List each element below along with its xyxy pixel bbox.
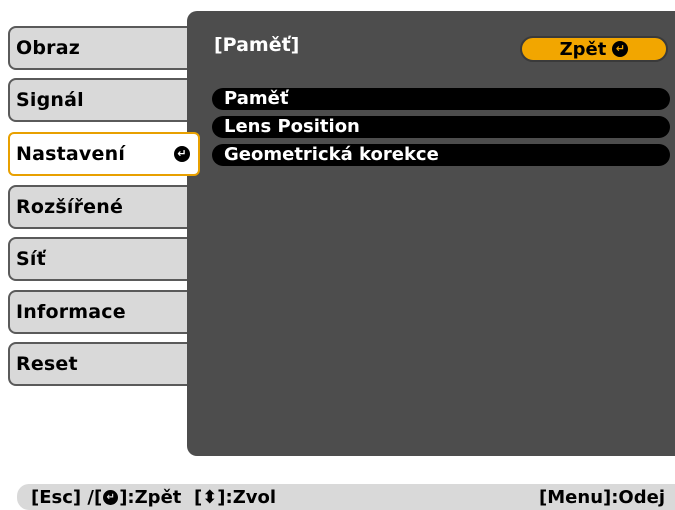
enter-icon: ↵: [103, 490, 119, 505]
panel-item-label: Lens Position: [224, 116, 360, 137]
menu-item-sit[interactable]: Síť: [8, 237, 198, 281]
help-navigation: [Esc] /[↵]:Zpět [⬍]:Zvol: [31, 487, 276, 508]
menu-item-label: Reset: [16, 353, 78, 375]
panel-item-geometricka-korekce[interactable]: Geometrická korekce: [212, 144, 670, 166]
menu-item-signal[interactable]: Signál: [8, 78, 198, 122]
menu-item-obraz[interactable]: Obraz: [8, 26, 198, 70]
menu-item-label: Síť: [16, 248, 46, 270]
panel-item-pamet[interactable]: Paměť: [212, 88, 670, 110]
help-select: ]:Zvol: [217, 486, 277, 508]
panel-item-lens-position[interactable]: Lens Position: [212, 116, 670, 138]
help-esc: [Esc] /[: [31, 486, 103, 508]
menu-item-informace[interactable]: Informace: [8, 290, 198, 334]
help-menu: [Menu]:Odej: [539, 486, 665, 508]
menu-item-label: Rozšířené: [16, 196, 124, 218]
help-back: ]:Zpět: [119, 486, 182, 508]
menu-item-rozsirene[interactable]: Rozšířené: [8, 185, 198, 229]
menu-item-label: Obraz: [16, 37, 81, 59]
submenu-panel: [187, 11, 675, 456]
menu-item-reset[interactable]: Reset: [8, 342, 198, 386]
enter-icon: ↵: [174, 146, 190, 162]
panel-item-label: Geometrická korekce: [224, 144, 439, 165]
menu-item-label: Informace: [16, 301, 126, 323]
back-button[interactable]: Zpět ↵: [520, 36, 668, 62]
menu-item-label: Signál: [16, 89, 84, 111]
panel-title: [Paměť]: [214, 34, 300, 56]
panel-item-label: Paměť: [224, 88, 289, 109]
help-bar: [Esc] /[↵]:Zpět [⬍]:Zvol [Menu]:Odej: [17, 484, 675, 510]
menu-item-nastaveni[interactable]: Nastavení ↵: [8, 132, 200, 176]
back-label: Zpět: [559, 38, 607, 60]
help-select-open: [: [193, 486, 203, 508]
up-down-arrow-icon: ⬍: [202, 486, 218, 508]
menu-item-label: Nastavení: [16, 143, 126, 165]
enter-icon: ↵: [612, 41, 629, 57]
